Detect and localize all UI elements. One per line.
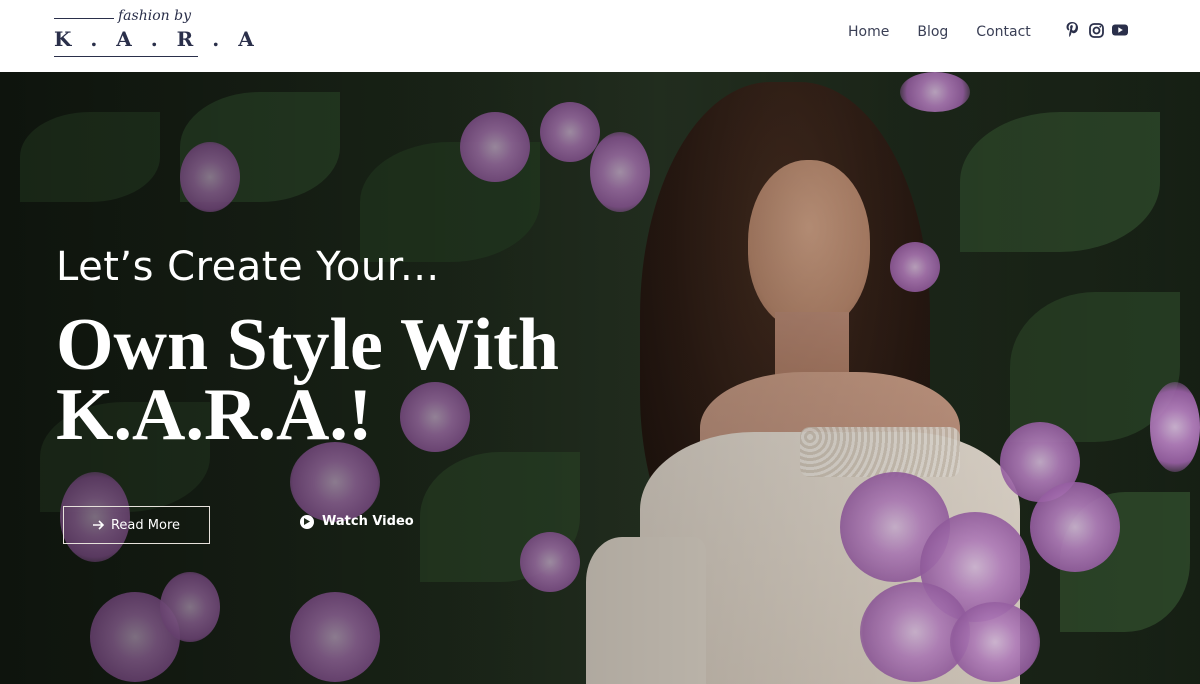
site-logo[interactable]: fashion by K . A . R . A [54,8,254,60]
read-more-label: Read More [110,517,181,533]
youtube-icon[interactable] [1112,22,1128,38]
pinterest-icon[interactable] [1064,22,1080,38]
read-more-button[interactable]: Read More [63,506,210,544]
logo-tagline: fashion by [118,8,191,24]
play-icon [300,514,314,529]
nav-home[interactable]: Home [848,24,889,40]
logo-line-bottom [54,56,198,57]
social-links [1064,22,1128,38]
nav-contact[interactable]: Contact [976,24,1030,40]
instagram-icon[interactable] [1088,22,1104,38]
hero-section: Let’s Create Your... Own Style With K.A.… [0,72,1200,684]
arrow-right-icon [92,520,105,530]
logo-line-top [54,18,114,19]
watch-video-button[interactable]: Watch Video [300,514,414,529]
watch-video-label: Watch Video [322,514,414,529]
main-nav: Home Blog Contact [848,24,1059,40]
logo-brand: K . A . R . A [54,27,260,51]
hero-subtitle: Let’s Create Your... [56,244,440,290]
site-header: fashion by K . A . R . A Home Blog Conta… [0,0,1200,72]
hero-title: Own Style With K.A.R.A.! [56,304,560,456]
nav-blog[interactable]: Blog [917,24,948,40]
